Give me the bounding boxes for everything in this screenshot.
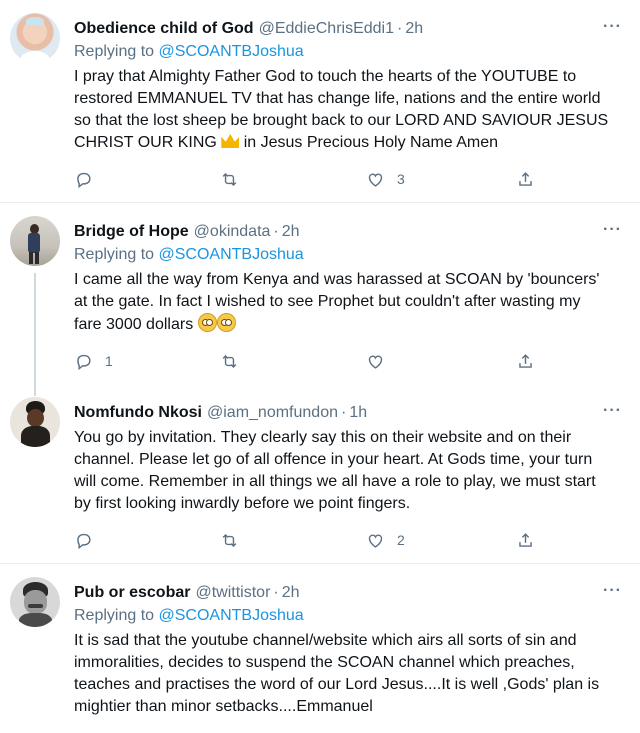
timestamp[interactable]: 2h [405, 20, 423, 38]
user-handle[interactable]: @twittistor [195, 584, 270, 602]
like-button[interactable] [366, 352, 512, 371]
like-count: 2 [397, 532, 405, 548]
more-options-icon[interactable]: ··· [603, 221, 622, 239]
crown-emoji-icon [221, 134, 240, 148]
tweet-actions: 3 [74, 162, 624, 202]
mention-link[interactable]: @SCOANTBJoshua [159, 246, 304, 263]
tweet-header: Pub or escobar @twittistor · 2h [74, 580, 624, 606]
tweet-text-part: in Jesus Precious Holy Name Amen [239, 134, 499, 151]
rolling-eyes-emoji-icon [197, 313, 217, 332]
like-button[interactable]: 3 [366, 170, 512, 189]
tweet-text: I came all the way from Kenya and was ha… [74, 269, 624, 336]
tweet[interactable]: Obedience child of God @EddieChrisEddi1 … [0, 0, 640, 203]
replying-to: Replying to @SCOANTBJoshua [74, 607, 624, 629]
more-options-icon[interactable]: ··· [603, 402, 622, 420]
timestamp[interactable]: 1h [349, 404, 367, 422]
share-icon [519, 532, 532, 547]
mention-link[interactable]: @SCOANTBJoshua [159, 43, 304, 60]
avatar[interactable] [10, 577, 60, 627]
timestamp[interactable]: 2h [282, 223, 300, 241]
display-name[interactable]: Pub or escobar [74, 584, 190, 602]
separator-dot: · [273, 584, 279, 601]
reply-button[interactable] [74, 170, 220, 189]
share-button[interactable] [516, 531, 535, 550]
tweet-actions: 1 2 [74, 726, 624, 733]
rolling-eyes-emoji-icon [216, 313, 236, 332]
reply-icon [77, 172, 91, 188]
avatar[interactable] [10, 13, 60, 63]
reply-count: 1 [105, 353, 113, 369]
reply-icon [77, 533, 91, 549]
tweet[interactable]: Pub or escobar @twittistor · 2h Replying… [0, 564, 640, 733]
user-handle[interactable]: @EddieChrisEddi1 [259, 20, 394, 38]
display-name[interactable]: Obedience child of God [74, 20, 254, 38]
avatar-column [10, 213, 74, 396]
retweet-icon [222, 354, 237, 368]
tweet-actions: 1 [74, 344, 624, 384]
replying-to-label: Replying to [74, 246, 155, 263]
reply-button[interactable]: 1 [74, 352, 220, 371]
retweet-button[interactable] [220, 531, 366, 550]
tweet-text-part: I came all the way from Kenya and was ha… [74, 271, 604, 333]
tweet-header: Obedience child of God @EddieChrisEddi1 … [74, 16, 624, 42]
more-options-icon[interactable]: ··· [603, 18, 622, 36]
replying-to-label: Replying to [74, 43, 155, 60]
separator-dot: · [340, 404, 347, 421]
tweet-header: Bridge of Hope @okindata · 2h [74, 219, 624, 245]
tweet-text: You go by invitation. They clearly say t… [74, 429, 601, 512]
tweet-body: Nomfundo Nkosi @iam_nomfundon · 1h You g… [74, 394, 624, 563]
tweet-text: It is sad that the youtube channel/websi… [74, 632, 604, 715]
tweet[interactable]: Bridge of Hope @okindata · 2h Replying t… [0, 203, 640, 396]
user-handle[interactable]: @okindata [194, 223, 271, 241]
like-icon [368, 173, 383, 187]
tweet-body: Obedience child of God @EddieChrisEddi1 … [74, 10, 624, 202]
share-button[interactable] [516, 170, 535, 189]
avatar-column [10, 10, 74, 202]
tweet-actions: 2 [74, 523, 624, 563]
tweet-header: Nomfundo Nkosi @iam_nomfundon · 1h [74, 400, 624, 426]
like-icon [368, 534, 383, 548]
replying-to: Replying to @SCOANTBJoshua [74, 246, 624, 268]
avatar[interactable] [10, 397, 60, 447]
tweet-text: I pray that Almighty Father God to touch… [74, 66, 624, 154]
reply-icon [77, 354, 91, 370]
like-count: 3 [397, 171, 405, 187]
like-button[interactable]: 2 [366, 531, 512, 550]
share-button[interactable] [516, 352, 535, 371]
tweet-body: Pub or escobar @twittistor · 2h Replying… [74, 574, 624, 733]
retweet-button[interactable] [220, 170, 366, 189]
mention-link[interactable]: @SCOANTBJoshua [159, 607, 304, 624]
replying-to: Replying to @SCOANTBJoshua [74, 43, 624, 65]
avatar[interactable] [10, 216, 60, 266]
like-icon [368, 355, 383, 369]
share-icon [519, 171, 532, 186]
replying-to-label: Replying to [74, 607, 155, 624]
display-name[interactable]: Bridge of Hope [74, 223, 189, 241]
share-icon [519, 353, 532, 368]
separator-dot: · [397, 20, 403, 37]
retweet-button[interactable] [220, 352, 366, 371]
user-handle[interactable]: @iam_nomfundon [207, 404, 338, 422]
timestamp[interactable]: 2h [282, 584, 300, 602]
avatar-column [10, 574, 74, 733]
display-name[interactable]: Nomfundo Nkosi [74, 404, 202, 422]
separator-dot: · [273, 223, 279, 240]
retweet-icon [222, 533, 237, 547]
thread-connector-line [34, 273, 36, 396]
tweet[interactable]: Nomfundo Nkosi @iam_nomfundon · 1h You g… [0, 384, 640, 564]
more-options-icon[interactable]: ··· [603, 582, 622, 600]
retweet-icon [222, 172, 237, 186]
reply-button[interactable] [74, 531, 220, 550]
tweet-replies-feed: Obedience child of God @EddieChrisEddi1 … [0, 0, 640, 733]
tweet-body: Bridge of Hope @okindata · 2h Replying t… [74, 213, 624, 384]
avatar-column [10, 394, 74, 563]
